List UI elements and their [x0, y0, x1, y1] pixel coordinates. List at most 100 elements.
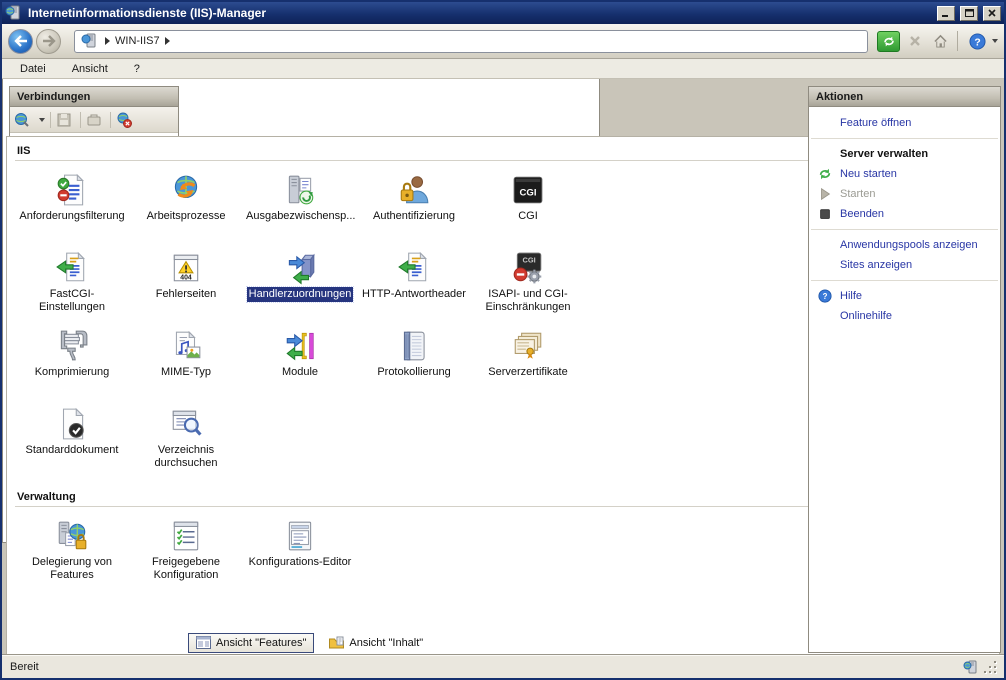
feature-label[interactable]: Freigegebene Konfiguration: [130, 555, 242, 583]
connection-dropdown-arrow-icon[interactable]: [39, 118, 45, 122]
tab-label[interactable]: Ansicht "Inhalt": [349, 637, 423, 649]
refresh-button[interactable]: [877, 31, 900, 52]
action-group-title: Server verwalten: [840, 148, 928, 160]
menu-file[interactable]: Datei: [20, 63, 46, 75]
feature-label[interactable]: Standarddokument: [24, 443, 121, 458]
feature-tile-http-response-headers[interactable]: HTTP-Antwortheader: [357, 245, 471, 321]
tab-content-view[interactable]: Ansicht "Inhalt": [322, 633, 430, 653]
action-label[interactable]: Hilfe: [840, 290, 862, 302]
feature-tile-shared-configuration[interactable]: Freigegebene Konfiguration: [129, 513, 243, 589]
delete-connection-icon[interactable]: [116, 112, 132, 128]
feature-label[interactable]: Ausgabezwischensp...: [244, 209, 356, 224]
feature-tile-output-caching[interactable]: Ausgabezwischensp...: [243, 167, 357, 243]
action-online-help[interactable]: Onlinehilfe: [809, 306, 1000, 326]
feature-tile-default-document[interactable]: Standarddokument: [15, 401, 129, 477]
tab-features-view[interactable]: Ansicht "Features": [188, 633, 314, 653]
action-label[interactable]: Anwendungspools anzeigen: [840, 239, 978, 251]
connections-header: Verbindungen: [10, 87, 178, 107]
feature-tile-fastcgi[interactable]: FastCGI-Einstellungen: [15, 245, 129, 321]
start-icon: [818, 187, 832, 201]
breadcrumb-server[interactable]: WIN-IIS7: [115, 35, 160, 47]
help-icon: ?: [818, 289, 832, 303]
view-tabs: Ansicht "Features" Ansicht "Inhalt": [188, 632, 430, 653]
feature-label[interactable]: Anforderungsfilterung: [17, 209, 126, 224]
cgi-icon: CGI: [511, 173, 545, 207]
breadcrumb-chevron-icon[interactable]: [105, 37, 110, 45]
help-dropdown-arrow-icon[interactable]: [992, 39, 998, 43]
address-bar[interactable]: WIN-IIS7: [74, 30, 868, 53]
stop-button: [903, 31, 926, 52]
actions-panel: Aktionen Feature öffnen Server verwalten…: [808, 86, 1001, 653]
content-view-icon: [329, 636, 344, 649]
feature-tile-authentication[interactable]: Authentifizierung: [357, 167, 471, 243]
feature-label[interactable]: FastCGI-Einstellungen: [16, 287, 128, 315]
compression-icon: [55, 329, 89, 363]
feature-tile-mime-type[interactable]: MIME-Typ: [129, 323, 243, 399]
feature-tile-server-certificates[interactable]: Serverzertifikate: [471, 323, 585, 399]
action-stop[interactable]: Beenden: [809, 204, 1000, 224]
toolbar-separator: [957, 31, 958, 51]
forward-button[interactable]: [36, 29, 61, 54]
home-button[interactable]: [929, 31, 952, 52]
action-label[interactable]: Sites anzeigen: [840, 259, 912, 271]
menu-help[interactable]: ?: [134, 63, 140, 75]
feature-label[interactable]: CGI: [516, 209, 540, 224]
feature-label[interactable]: Fehlerseiten: [154, 287, 219, 302]
back-button[interactable]: [8, 29, 33, 54]
directory-browsing-icon: [169, 407, 203, 441]
menu-view[interactable]: Ansicht: [72, 63, 108, 75]
toolbar-separator: [50, 112, 51, 128]
action-start: Starten: [809, 184, 1000, 204]
close-button[interactable]: [983, 6, 1001, 21]
minimize-button[interactable]: [937, 6, 955, 21]
feature-label[interactable]: HTTP-Antwortheader: [360, 287, 468, 302]
breadcrumb-chevron-icon[interactable]: [165, 37, 170, 45]
feature-label[interactable]: Protokollierung: [375, 365, 452, 380]
actions-header: Aktionen: [809, 87, 1000, 107]
feature-label[interactable]: Konfigurations-Editor: [247, 555, 354, 570]
feature-label[interactable]: Module: [280, 365, 320, 380]
feature-tile-request-filtering[interactable]: Anforderungsfilterung: [15, 167, 129, 243]
feature-tile-error-pages[interactable]: 404 Fehlerseiten: [129, 245, 243, 321]
request-filtering-icon: [55, 173, 89, 207]
feature-label[interactable]: MIME-Typ: [159, 365, 213, 380]
create-connection-icon[interactable]: [14, 112, 30, 128]
action-label[interactable]: Feature öffnen: [840, 117, 911, 129]
feature-tile-compression[interactable]: Komprimierung: [15, 323, 129, 399]
tab-label[interactable]: Ansicht "Features": [216, 637, 306, 649]
svg-text:?: ?: [974, 37, 980, 48]
feature-tile-worker-processes[interactable]: Arbeitsprozesse: [129, 167, 243, 243]
feature-tile-logging[interactable]: Protokollierung: [357, 323, 471, 399]
action-help[interactable]: ? Hilfe: [809, 286, 1000, 306]
feature-label[interactable]: Delegierung von Features: [16, 555, 128, 583]
feature-tile-isapi-cgi-restrictions[interactable]: CGI ISAPI- und CGI-Einschränkungen: [471, 245, 585, 321]
feature-label-selected[interactable]: Handlerzuordnungen: [247, 287, 354, 302]
feature-label[interactable]: Komprimierung: [33, 365, 112, 380]
action-open-feature[interactable]: Feature öffnen: [809, 113, 1000, 133]
help-button[interactable]: ?: [966, 31, 989, 52]
feature-label[interactable]: Verzeichnis durchsuchen: [130, 443, 242, 471]
maximize-button[interactable]: [960, 6, 978, 21]
feature-label[interactable]: ISAPI- und CGI-Einschränkungen: [472, 287, 584, 315]
feature-tile-feature-delegation[interactable]: Delegierung von Features: [15, 513, 129, 589]
configuration-editor-icon: [283, 519, 317, 553]
action-label[interactable]: Beenden: [840, 208, 884, 220]
feature-tile-handler-mappings[interactable]: Handlerzuordnungen: [243, 245, 357, 321]
mime-type-icon: [169, 329, 203, 363]
feature-label[interactable]: Arbeitsprozesse: [145, 209, 228, 224]
feature-label[interactable]: Serverzertifikate: [486, 365, 569, 380]
feature-tile-modules[interactable]: Module: [243, 323, 357, 399]
action-label[interactable]: Neu starten: [840, 168, 897, 180]
action-restart[interactable]: Neu starten: [809, 164, 1000, 184]
action-label[interactable]: Onlinehilfe: [840, 310, 892, 322]
default-document-icon: [55, 407, 89, 441]
action-show-sites[interactable]: Sites anzeigen: [809, 255, 1000, 275]
action-show-app-pools[interactable]: Anwendungspools anzeigen: [809, 235, 1000, 255]
authentication-icon: [397, 173, 431, 207]
feature-tile-cgi[interactable]: CGI CGI: [471, 167, 585, 243]
feature-tile-directory-browsing[interactable]: Verzeichnis durchsuchen: [129, 401, 243, 477]
feature-tile-configuration-editor[interactable]: Konfigurations-Editor: [243, 513, 357, 589]
resize-grip[interactable]: [984, 661, 996, 673]
svg-text:?: ?: [823, 292, 828, 301]
feature-label[interactable]: Authentifizierung: [371, 209, 457, 224]
